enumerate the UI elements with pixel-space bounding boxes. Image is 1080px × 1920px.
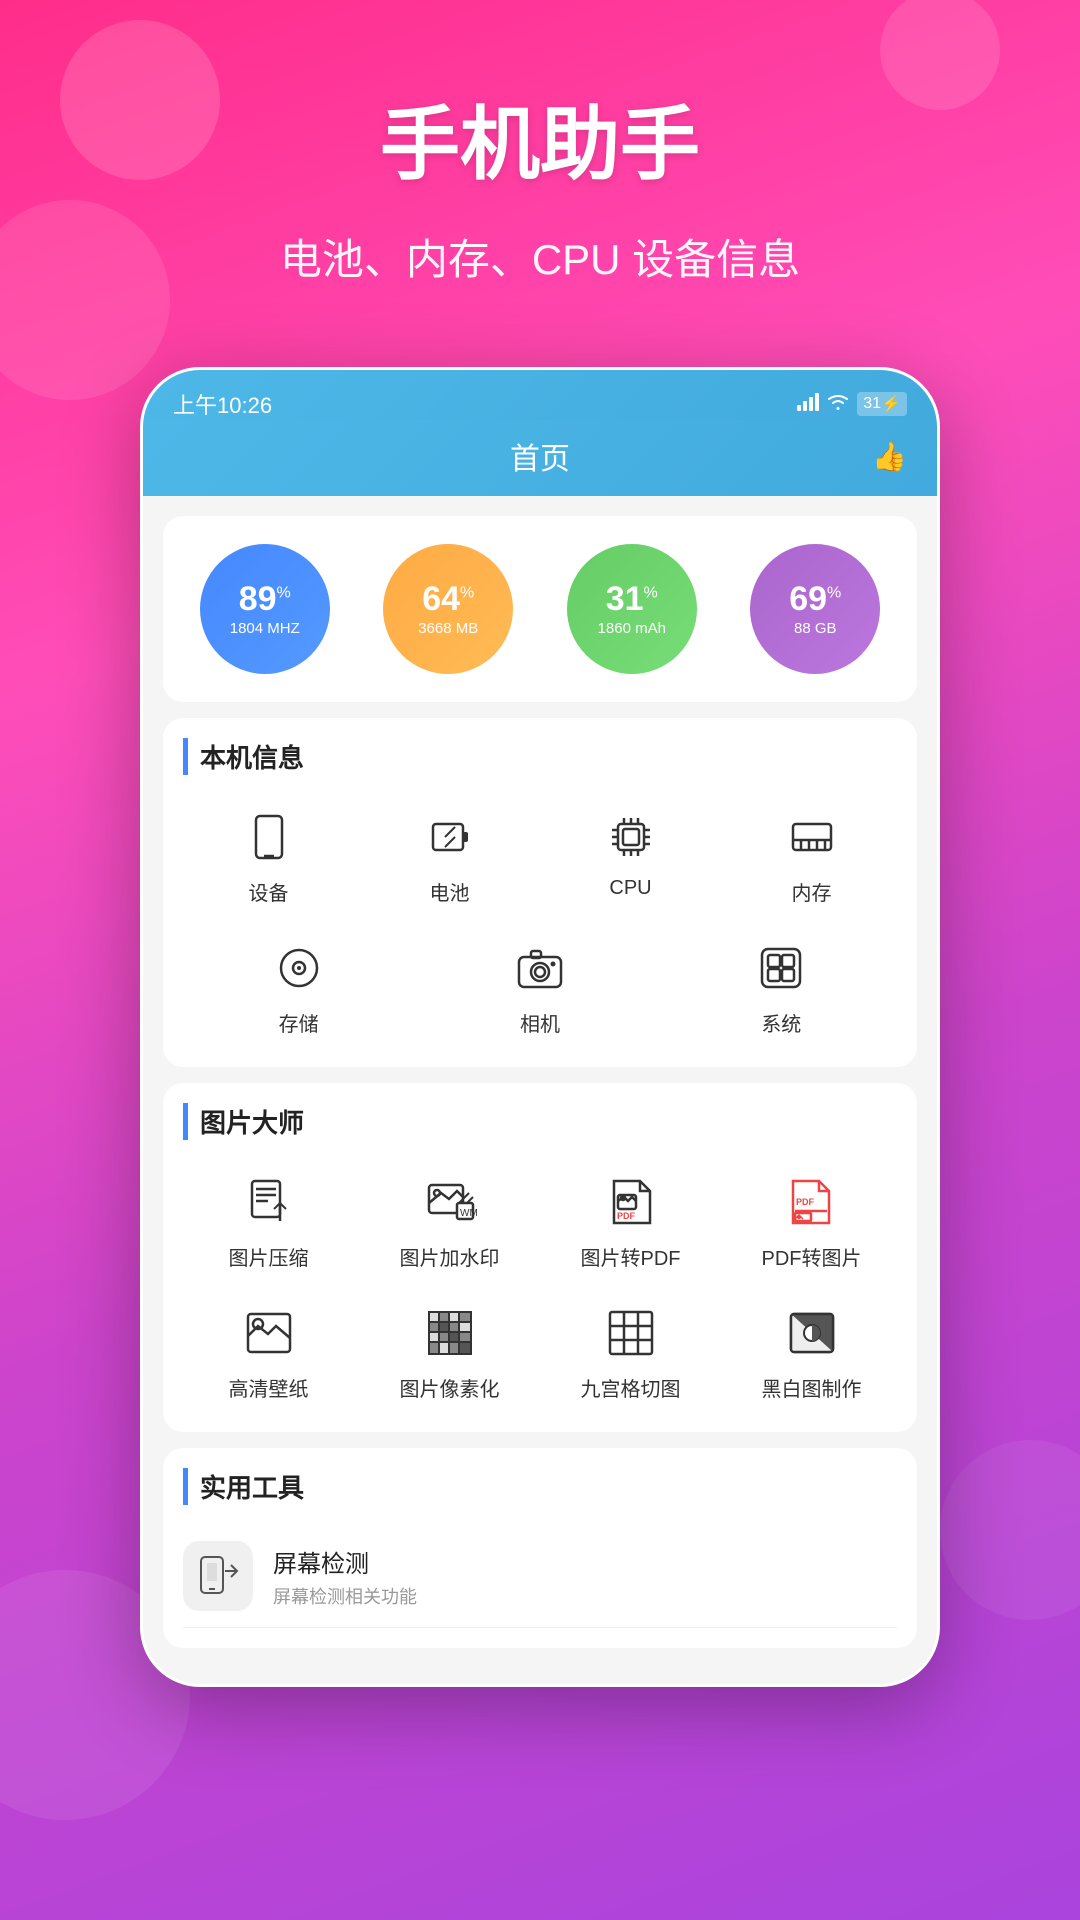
screen-detect-desc: 屏幕检测相关功能: [273, 1583, 897, 1609]
metric-storage-unit: 88 GB: [794, 620, 837, 637]
battery-status: 31 ⚡: [857, 392, 907, 416]
screen-detect-name: 屏幕检测: [273, 1544, 897, 1579]
like-icon[interactable]: 👍: [872, 440, 907, 473]
bw-item[interactable]: 黑白图制作: [726, 1291, 897, 1412]
screen-detect-info: 屏幕检测 屏幕检测相关功能: [273, 1544, 897, 1609]
gridcut-item[interactable]: 九宫格切图: [545, 1291, 716, 1412]
image-master-grid: 图片压缩 WM: [183, 1160, 897, 1281]
tools-section: 实用工具 屏幕检测 屏幕检测相关功能: [163, 1448, 917, 1648]
device-icon: [237, 805, 301, 869]
wallpaper-icon: [237, 1301, 301, 1365]
app-bar-title: 首页: [510, 434, 570, 478]
battery-item[interactable]: 电池: [364, 795, 535, 916]
memory-label: 内存: [792, 877, 832, 906]
cpu-label: CPU: [609, 877, 651, 900]
device-info-title: 本机信息: [183, 738, 897, 775]
img2pdf-label: 图片转PDF: [581, 1242, 681, 1271]
app-subtitle: 电池、内存、CPU 设备信息: [40, 226, 1040, 287]
camera-icon-box: [508, 936, 572, 1000]
svg-text:PDF: PDF: [796, 1197, 815, 1207]
cpu-icon-box: [599, 805, 663, 869]
pixelate-item[interactable]: 图片像素化: [364, 1291, 535, 1412]
app-bar: 首页 👍: [143, 420, 937, 496]
gridcut-label: 九宫格切图: [581, 1373, 681, 1402]
image-master-section: 图片大师: [163, 1083, 917, 1432]
bg-bubble-2: [940, 1440, 1080, 1620]
pixelate-icon: [418, 1301, 482, 1365]
watermark-item[interactable]: WM 图片加水印: [364, 1160, 535, 1281]
metric-ram-unit: 3668 MB: [418, 620, 478, 637]
battery-icon-box: [418, 805, 482, 869]
app-title: 手机助手: [40, 80, 1040, 196]
tools-title: 实用工具: [183, 1468, 897, 1505]
compress-label: 图片压缩: [229, 1242, 309, 1271]
metric-cpu[interactable]: 89% 1804 MHZ: [200, 544, 330, 674]
metric-cpu-value: 89%: [239, 582, 291, 616]
compress-icon: [237, 1170, 301, 1234]
storage-icon-box: [267, 936, 331, 1000]
device-info-section: 本机信息 设备: [163, 718, 917, 1067]
storage-item[interactable]: 存储: [183, 926, 414, 1047]
metric-ram[interactable]: 64% 3668 MB: [383, 544, 513, 674]
camera-label: 相机: [520, 1008, 560, 1037]
watermark-label: 图片加水印: [400, 1242, 500, 1271]
image-master-title: 图片大师: [183, 1103, 897, 1140]
wallpaper-item[interactable]: 高清壁纸: [183, 1291, 354, 1412]
pdf2img-label: PDF转图片: [762, 1242, 862, 1271]
device-item[interactable]: 设备: [183, 795, 354, 916]
pdf2img-icon: PDF: [780, 1170, 844, 1234]
screen-detect-item[interactable]: 屏幕检测 屏幕检测相关功能: [183, 1525, 897, 1628]
memory-icon-box: [780, 805, 844, 869]
memory-item[interactable]: 内存: [726, 795, 897, 916]
status-time: 上午10:26: [173, 388, 272, 420]
pdf2img-item[interactable]: PDF PDF转图片: [726, 1160, 897, 1281]
metrics-row: 89% 1804 MHZ 64% 3668 MB 31% 1860 mAh 69…: [163, 516, 917, 702]
phone-frame: 上午10:26: [140, 367, 940, 1687]
svg-text:WM: WM: [460, 1208, 477, 1219]
screen-detect-icon: [183, 1541, 253, 1611]
wifi-icon: [827, 393, 849, 416]
metric-storage[interactable]: 69% 88 GB: [750, 544, 880, 674]
system-icon-box: [749, 936, 813, 1000]
watermark-icon: WM: [418, 1170, 482, 1234]
metric-cpu-unit: 1804 MHZ: [230, 620, 300, 637]
compress-item[interactable]: 图片压缩: [183, 1160, 354, 1281]
cpu-item[interactable]: CPU: [545, 795, 716, 916]
wallpaper-label: 高清壁纸: [229, 1373, 309, 1402]
svg-text:PDF: PDF: [617, 1211, 636, 1221]
metric-ram-value: 64%: [422, 582, 474, 616]
metric-battery-value: 31%: [606, 582, 658, 616]
image-master-grid-2: 高清壁纸: [183, 1291, 897, 1412]
camera-item[interactable]: 相机: [424, 926, 655, 1047]
metric-battery-unit: 1860 mAh: [598, 620, 666, 637]
storage-label: 存储: [279, 1008, 319, 1037]
img2pdf-item[interactable]: PDF 图片转PDF: [545, 1160, 716, 1281]
pixelate-label: 图片像素化: [400, 1373, 500, 1402]
battery-label: 电池: [430, 877, 470, 906]
gridcut-icon: [599, 1301, 663, 1365]
bw-icon: [780, 1301, 844, 1365]
header-section: 手机助手 电池、内存、CPU 设备信息: [0, 0, 1080, 327]
bw-label: 黑白图制作: [762, 1373, 862, 1402]
metric-battery[interactable]: 31% 1860 mAh: [567, 544, 697, 674]
system-item[interactable]: 系统: [666, 926, 897, 1047]
signal-icon: [797, 393, 819, 416]
content-area: 89% 1804 MHZ 64% 3668 MB 31% 1860 mAh 69…: [143, 496, 937, 1684]
device-label: 设备: [249, 877, 289, 906]
status-bar: 上午10:26: [143, 370, 937, 420]
img2pdf-icon: PDF: [599, 1170, 663, 1234]
device-info-grid-2: 存储 相机: [183, 926, 897, 1047]
phone-wrapper: 上午10:26: [140, 367, 940, 1687]
device-info-grid: 设备 电池: [183, 795, 897, 916]
metric-storage-value: 69%: [789, 582, 841, 616]
system-label: 系统: [761, 1008, 801, 1037]
status-icons: 31 ⚡: [797, 392, 907, 416]
